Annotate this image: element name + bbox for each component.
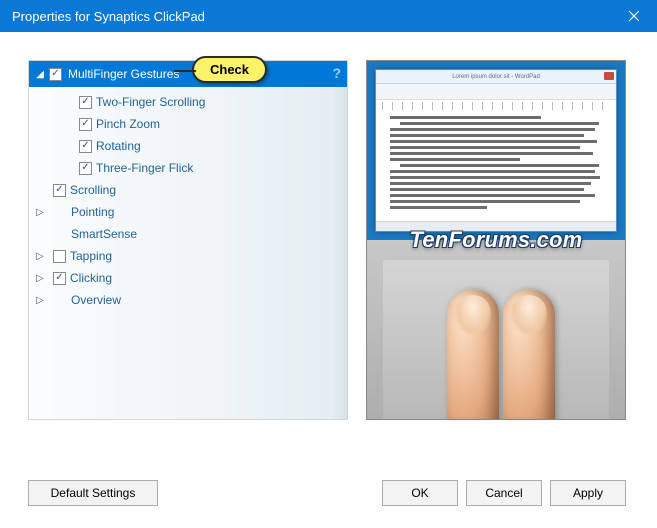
- cancel-button[interactable]: Cancel: [466, 480, 542, 506]
- tree-item-pointing[interactable]: ▷ Pointing: [29, 201, 347, 223]
- tree-item-label: Three-Finger Flick: [92, 161, 193, 175]
- ok-button[interactable]: OK: [382, 480, 458, 506]
- tree-item-tapping[interactable]: ▷ Tapping: [29, 245, 347, 267]
- tree-item-two-finger-scrolling[interactable]: ✓ Two-Finger Scrolling: [29, 91, 347, 113]
- finger-one: [447, 289, 499, 419]
- preview-doc-statusbar: [376, 221, 616, 231]
- expand-icon[interactable]: ▷: [33, 249, 47, 263]
- gesture-preview: Lorem ipsum dolor sit - WordPad: [366, 60, 626, 420]
- close-button[interactable]: [611, 0, 657, 32]
- checkbox[interactable]: [53, 250, 66, 263]
- tree-item-label: Clicking: [66, 271, 112, 285]
- callout-check: Check: [192, 56, 267, 83]
- window-title: Properties for Synaptics ClickPad: [12, 9, 205, 24]
- preview-doc-ruler: [382, 102, 610, 110]
- tree-item-smartsense[interactable]: SmartSense: [29, 223, 347, 245]
- tree-item-label: Two-Finger Scrolling: [92, 95, 205, 109]
- tree-body: ✓ Two-Finger Scrolling ✓ Pinch Zoom ✓ Ro…: [29, 87, 347, 311]
- apply-button[interactable]: Apply: [550, 480, 626, 506]
- tree-item-scrolling[interactable]: ✓ Scrolling: [29, 179, 347, 201]
- preview-doc-body: [376, 112, 616, 221]
- checkbox[interactable]: ✓: [79, 118, 92, 131]
- collapse-icon[interactable]: ◢: [33, 67, 47, 81]
- expand-icon[interactable]: ▷: [33, 271, 47, 285]
- tree-item-multifinger[interactable]: ◢ ✓ MultiFinger Gestures ?: [29, 61, 347, 87]
- checkbox[interactable]: ✓: [79, 162, 92, 175]
- close-icon: [604, 72, 614, 80]
- tree-item-label: Scrolling: [66, 183, 116, 197]
- settings-tree: ◢ ✓ MultiFinger Gestures ? ✓ Two-Finger …: [28, 60, 348, 420]
- titlebar: Properties for Synaptics ClickPad: [0, 0, 657, 32]
- preview-document-window: Lorem ipsum dolor sit - WordPad: [375, 69, 617, 232]
- dialog-content: ◢ ✓ MultiFinger Gestures ? ✓ Two-Finger …: [0, 32, 657, 528]
- tree-item-label: Rotating: [92, 139, 141, 153]
- callout-bubble: Check: [192, 56, 267, 83]
- expand-icon[interactable]: ▷: [33, 205, 47, 219]
- tree-item-label: Overview: [67, 293, 121, 307]
- checkbox[interactable]: ✓: [53, 272, 66, 285]
- tree-item-label: SmartSense: [67, 227, 137, 241]
- preview-doc-toolbar: [376, 84, 616, 100]
- preview-touchpad: [367, 240, 625, 419]
- preview-screen: Lorem ipsum dolor sit - WordPad: [367, 61, 625, 240]
- tree-item-pinch-zoom[interactable]: ✓ Pinch Zoom: [29, 113, 347, 135]
- preview-doc-titlebar: Lorem ipsum dolor sit - WordPad: [376, 70, 616, 84]
- tree-item-label: Tapping: [66, 249, 112, 263]
- dialog-buttons: Default Settings OK Cancel Apply: [0, 480, 657, 510]
- tree-item-label: Pointing: [67, 205, 114, 219]
- checkbox[interactable]: ✓: [79, 140, 92, 153]
- tree-item-three-finger-flick[interactable]: ✓ Three-Finger Flick: [29, 157, 347, 179]
- default-settings-button[interactable]: Default Settings: [28, 480, 158, 506]
- tree-item-label: Pinch Zoom: [92, 117, 160, 131]
- checkbox-multifinger[interactable]: ✓: [49, 68, 62, 81]
- close-icon: [628, 10, 640, 22]
- tree-item-overview[interactable]: ▷ Overview: [29, 289, 347, 311]
- tree-item-clicking[interactable]: ▷ ✓ Clicking: [29, 267, 347, 289]
- checkbox[interactable]: ✓: [53, 184, 66, 197]
- finger-two: [503, 289, 555, 419]
- expand-icon[interactable]: ▷: [33, 293, 47, 307]
- tree-item-rotating[interactable]: ✓ Rotating: [29, 135, 347, 157]
- properties-window: Properties for Synaptics ClickPad ◢ ✓ Mu…: [0, 0, 657, 528]
- help-icon[interactable]: ?: [332, 65, 341, 81]
- preview-doc-title: Lorem ipsum dolor sit - WordPad: [452, 74, 540, 80]
- checkbox[interactable]: ✓: [79, 96, 92, 109]
- callout-pointer: [174, 70, 196, 72]
